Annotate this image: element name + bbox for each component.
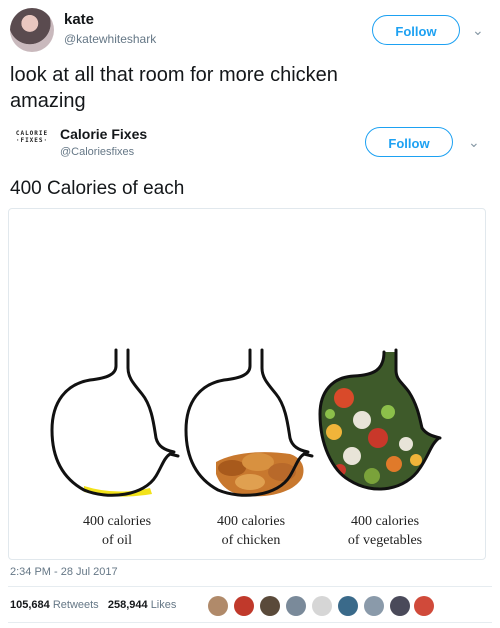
liker-avatar (338, 596, 358, 616)
retweets-count: 105,684 (10, 599, 50, 611)
stomach-chicken (184, 348, 314, 497)
liker-avatars[interactable] (206, 594, 436, 618)
liker-avatar (390, 596, 410, 616)
stomach-vegetables (318, 348, 442, 491)
label-line: of oil (102, 533, 132, 548)
tweet-text-line: amazing (10, 90, 86, 112)
label-line: 400 calories (82, 514, 152, 529)
liker-avatar (208, 596, 228, 616)
follow-button[interactable]: Follow (372, 15, 460, 45)
label-line: of vegetables (347, 533, 423, 548)
stomach-outline-1 (50, 348, 180, 497)
stomach-inner-1 (126, 348, 176, 454)
likes-stat[interactable]: 258,944 Likes (108, 599, 177, 611)
liker-avatar (364, 596, 384, 616)
divider (8, 622, 492, 623)
logo-text-line: ·FIXES· (15, 137, 49, 144)
chevron-down-icon[interactable]: ⌄ (472, 22, 484, 39)
label-oil: 400 calories of oil (52, 512, 182, 550)
logo-text-line: CALORIE (15, 130, 49, 137)
tweet-text: look at all that room for more chicken a… (10, 62, 480, 114)
chicken-piece (242, 453, 274, 471)
liker-avatar (414, 596, 434, 616)
liker-avatar (286, 596, 306, 616)
quoted-user-name[interactable]: Calorie Fixes (60, 126, 147, 142)
quoted-follow-button[interactable]: Follow (365, 127, 453, 157)
stomach-inner-2 (260, 348, 310, 454)
label-line: 400 calories (350, 514, 420, 529)
quoted-user-handle[interactable]: @Caloriesfixes (60, 146, 134, 158)
liker-avatar (234, 596, 254, 616)
quoted-tweet-text: 400 Calories of each (10, 178, 185, 199)
quoted-avatar-logo[interactable]: CALORIE ·FIXES· (12, 130, 52, 156)
retweets-label: Retweets (52, 599, 99, 611)
stomach-oil (50, 348, 180, 497)
user-name[interactable]: kate (64, 11, 94, 28)
chicken-piece (235, 474, 265, 490)
liker-avatar (312, 596, 332, 616)
label-line: of chicken (221, 533, 281, 548)
tweet-text-line: look at all that room for more chicken (10, 64, 338, 86)
divider (8, 586, 492, 587)
retweets-stat[interactable]: 105,684 Retweets (10, 599, 99, 611)
likes-count: 258,944 (107, 599, 148, 611)
stomach-illustration[interactable]: 400 calories of oil 400 calories of chic… (44, 340, 450, 558)
label-line: 400 calories (216, 514, 286, 529)
avatar[interactable] (10, 8, 54, 52)
engagement-stats: 105,684 Retweets 258,944 Likes (10, 599, 176, 611)
timestamp[interactable]: 2:34 PM - 28 Jul 2017 (10, 566, 118, 578)
likes-label: Likes (150, 599, 177, 611)
chicken-piece (218, 460, 246, 476)
user-handle[interactable]: @katewhiteshark (64, 32, 156, 46)
label-chicken: 400 calories of chicken (186, 512, 316, 550)
label-vegetables: 400 calories of vegetables (320, 512, 450, 550)
chevron-down-icon[interactable]: ⌄ (468, 134, 480, 151)
liker-avatar (260, 596, 280, 616)
